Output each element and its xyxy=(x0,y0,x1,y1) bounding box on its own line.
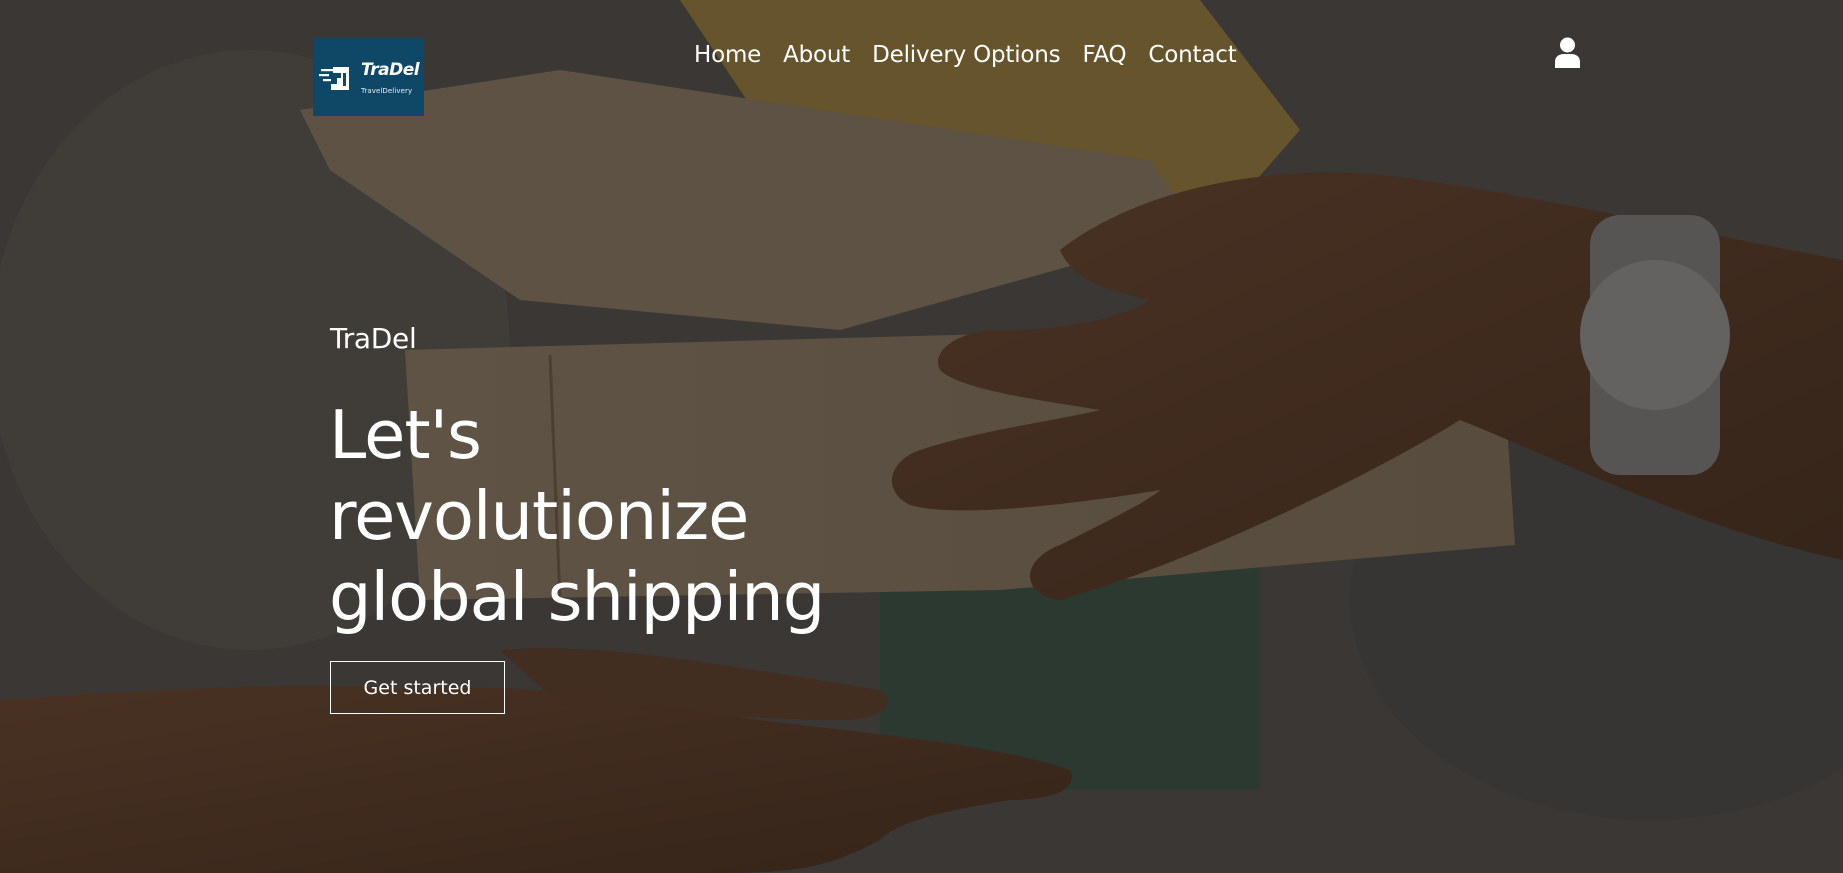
nav-home[interactable]: Home xyxy=(694,42,761,68)
hero-brand-label: TraDel xyxy=(330,322,417,355)
nav-about[interactable]: About xyxy=(783,42,850,68)
headline-line-3: global shipping xyxy=(329,558,825,636)
nav-faq[interactable]: FAQ xyxy=(1082,42,1126,68)
logo-name: TraDel xyxy=(361,60,420,80)
main-nav: Home About Delivery Options FAQ Contact xyxy=(694,40,1237,70)
user-icon[interactable] xyxy=(1554,37,1581,68)
get-started-button[interactable]: Get started xyxy=(330,661,505,714)
logo-tagline: TravelDelivery xyxy=(361,87,413,95)
delivery-stairs-icon xyxy=(319,67,349,90)
nav-contact[interactable]: Contact xyxy=(1148,42,1236,68)
nav-delivery-options[interactable]: Delivery Options xyxy=(872,42,1061,68)
headline-line-2: revolutionize xyxy=(329,477,749,555)
hero-dark-overlay xyxy=(0,0,1843,873)
hero-headline: Let's revolutionize global shipping xyxy=(329,395,889,638)
brand-logo[interactable]: TraDel TravelDelivery xyxy=(313,38,424,116)
site-header: TraDel TravelDelivery Home About Deliver… xyxy=(0,0,1843,120)
hero-section: TraDel TravelDelivery Home About Deliver… xyxy=(0,0,1843,873)
headline-line-1: Let's xyxy=(329,396,482,474)
